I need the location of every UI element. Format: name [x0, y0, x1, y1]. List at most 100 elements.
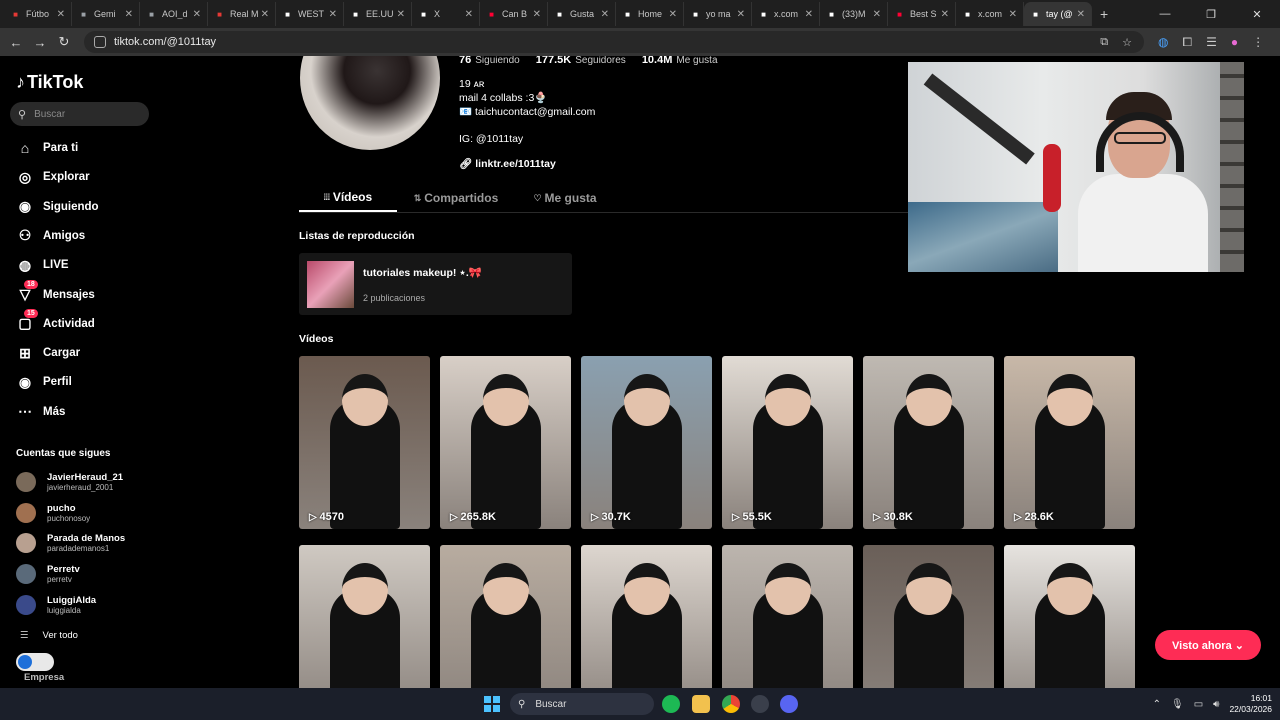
sidebar-item[interactable]: ▢ 15 Actividad — [16, 308, 95, 333]
video-thumbnail[interactable]: 28.6K — [1004, 356, 1135, 529]
discord-icon[interactable] — [780, 695, 798, 713]
close-tab-icon[interactable]: ✕ — [941, 9, 949, 20]
browser-tab[interactable]: ■ EE.UU ✕ — [344, 2, 412, 26]
browser-tab[interactable]: ■ X ✕ — [412, 2, 480, 26]
video-thumbnail[interactable] — [440, 545, 571, 688]
close-tab-icon[interactable]: ✕ — [1009, 9, 1017, 20]
site-info-icon[interactable] — [94, 36, 106, 48]
sidebar-item[interactable]: ◉ Siguiendo — [16, 198, 99, 216]
browser-tab[interactable]: ■ tay (@ ✕ — [1024, 2, 1092, 26]
browser-tab[interactable]: ■ x.com ✕ — [752, 2, 820, 26]
back-icon[interactable]: ← — [4, 35, 28, 50]
spotify-icon[interactable] — [662, 695, 680, 713]
chrome-icon[interactable] — [722, 695, 740, 713]
search-input[interactable]: ⚲ Buscar — [10, 102, 149, 126]
mic-icon[interactable]: 🎙︎ — [1171, 699, 1184, 710]
browser-tab[interactable]: ■ yo ma ✕ — [684, 2, 752, 26]
sidebar-item[interactable]: ⋯ Más — [16, 403, 65, 421]
business-toggle[interactable] — [16, 653, 54, 671]
bookmark-star-icon[interactable]: ☆ — [1122, 36, 1132, 49]
video-thumbnail[interactable]: 30.8K — [863, 356, 994, 529]
browser-tab[interactable]: ■ Gemi ✕ — [72, 2, 140, 26]
tiktok-logo[interactable]: ♪ TikTok — [16, 72, 83, 93]
profile-stat[interactable]: 10.4M Me gusta — [642, 56, 718, 66]
followed-account[interactable]: pucho puchonosoy — [16, 502, 90, 523]
close-tab-icon[interactable]: ✕ — [397, 9, 405, 20]
close-tab-icon[interactable]: ✕ — [601, 9, 609, 20]
puzzle-icon[interactable]: ⧠ — [1182, 35, 1192, 50]
browser-tab[interactable]: ■ Fútbo ✕ — [4, 2, 72, 26]
windows-start-icon[interactable] — [484, 696, 500, 712]
close-tab-icon[interactable]: ✕ — [329, 9, 337, 20]
app-icon[interactable] — [751, 695, 769, 713]
video-thumbnail[interactable]: 55.5K — [722, 356, 853, 529]
close-tab-icon[interactable]: ✕ — [805, 9, 813, 20]
volume-icon[interactable]: 🔊︎ — [1213, 699, 1219, 710]
close-tab-icon[interactable]: ✕ — [261, 9, 269, 20]
file-explorer-icon[interactable] — [692, 695, 710, 713]
close-tab-icon[interactable]: ✕ — [465, 9, 473, 20]
close-tab-icon[interactable]: ✕ — [1077, 9, 1085, 20]
taskbar-search[interactable]: ⚲ Buscar — [510, 693, 654, 715]
sidebar-item[interactable]: ◎ Explorar — [16, 168, 90, 186]
close-tab-icon[interactable]: ✕ — [669, 9, 677, 20]
video-thumbnail[interactable] — [722, 545, 853, 688]
video-thumbnail[interactable] — [299, 545, 430, 688]
browser-tab[interactable]: ■ WEST ✕ — [276, 2, 344, 26]
tab-videos[interactable]: ⦙⦙⦙ Vídeos — [299, 184, 397, 212]
menu-dots-icon[interactable]: ⋮ — [1252, 35, 1264, 49]
reload-icon[interactable]: ↻ — [52, 34, 76, 50]
extension-icon[interactable]: ◍ — [1158, 35, 1168, 49]
browser-tab[interactable]: ■ Can B ✕ — [480, 2, 548, 26]
watched-now-button[interactable]: Visto ahora ⌄ — [1155, 630, 1261, 660]
url-field[interactable]: tiktok.com/@1011tay ⧉ ☆ — [84, 31, 1144, 53]
tray-chevron-icon[interactable]: ⌃ — [1153, 699, 1161, 710]
browser-tab[interactable]: ■ Home ✕ — [616, 2, 684, 26]
minimize-icon[interactable]: — — [1142, 8, 1188, 20]
profile-avatar[interactable] — [300, 56, 440, 150]
close-tab-icon[interactable]: ✕ — [125, 9, 133, 20]
reading-list-icon[interactable]: ☰ — [1206, 35, 1217, 49]
browser-tab[interactable]: ■ x.com ✕ — [956, 2, 1024, 26]
browser-tab[interactable]: ■ Real M ✕ — [208, 2, 276, 26]
close-tab-icon[interactable]: ✕ — [737, 9, 745, 20]
close-tab-icon[interactable]: ✕ — [193, 9, 201, 20]
tab-shared[interactable]: ⇅ Compartidos — [397, 184, 515, 212]
video-thumbnail[interactable]: 4570 — [299, 356, 430, 529]
video-thumbnail[interactable]: 265.8K — [440, 356, 571, 529]
browser-tab[interactable]: ■ AOI_d ✕ — [140, 2, 208, 26]
sidebar-item[interactable]: ◍ LIVE — [16, 256, 69, 274]
profile-link[interactable]: 🔗︎ linktr.ee/1011tay — [459, 157, 556, 170]
followed-account[interactable]: JavierHeraud_21 javierheraud_2001 — [16, 472, 123, 492]
profile-stat[interactable]: 76 Siguiendo — [459, 56, 520, 66]
monitor-icon[interactable]: ▭ — [1194, 699, 1203, 710]
close-tab-icon[interactable]: ✕ — [873, 9, 881, 20]
followed-account[interactable]: Perretv perretv — [16, 564, 80, 585]
followed-account[interactable]: LuiggiAlda luiggialda — [16, 594, 96, 615]
maximize-icon[interactable]: ❐ — [1188, 8, 1234, 21]
install-app-icon[interactable]: ⧉ — [1100, 36, 1108, 49]
sidebar-item[interactable]: ⊞ Cargar — [16, 344, 80, 362]
sidebar-item[interactable]: ⚇ Amigos — [16, 227, 85, 245]
close-tab-icon[interactable]: ✕ — [57, 9, 65, 20]
sidebar-item[interactable]: ⌂ Para ti — [16, 139, 78, 157]
clock[interactable]: 16:01 22/03/2026 — [1229, 693, 1272, 715]
tab-liked[interactable]: ♡ Me gusta — [515, 184, 615, 212]
followed-account[interactable]: Parada de Manos paradademanos1 — [16, 533, 125, 554]
profile-icon[interactable]: ● — [1231, 35, 1238, 49]
browser-tab[interactable]: ■ Best S ✕ — [888, 2, 956, 26]
video-thumbnail[interactable]: 30.7K — [581, 356, 712, 529]
profile-stat[interactable]: 177.5K Seguidores — [536, 56, 626, 66]
close-tab-icon[interactable]: ✕ — [533, 9, 541, 20]
sidebar-item[interactable]: ▽ 18 Mensajes — [16, 279, 95, 304]
close-window-icon[interactable]: ✕ — [1234, 8, 1280, 21]
playlist-card[interactable]: tutoriales makeup! ⋆.🎀 2 publicaciones — [299, 253, 572, 315]
sidebar-item[interactable]: ◉ Perfil — [16, 373, 72, 391]
browser-tab[interactable]: ■ Gusta ✕ — [548, 2, 616, 26]
new-tab-button[interactable]: + — [1100, 6, 1108, 22]
browser-tab[interactable]: ■ (33)M ✕ — [820, 2, 888, 26]
video-thumbnail[interactable] — [863, 545, 994, 688]
video-thumbnail[interactable] — [1004, 545, 1135, 688]
see-all-button[interactable]: ☰ Ver todo — [20, 630, 78, 641]
video-thumbnail[interactable] — [581, 545, 712, 688]
